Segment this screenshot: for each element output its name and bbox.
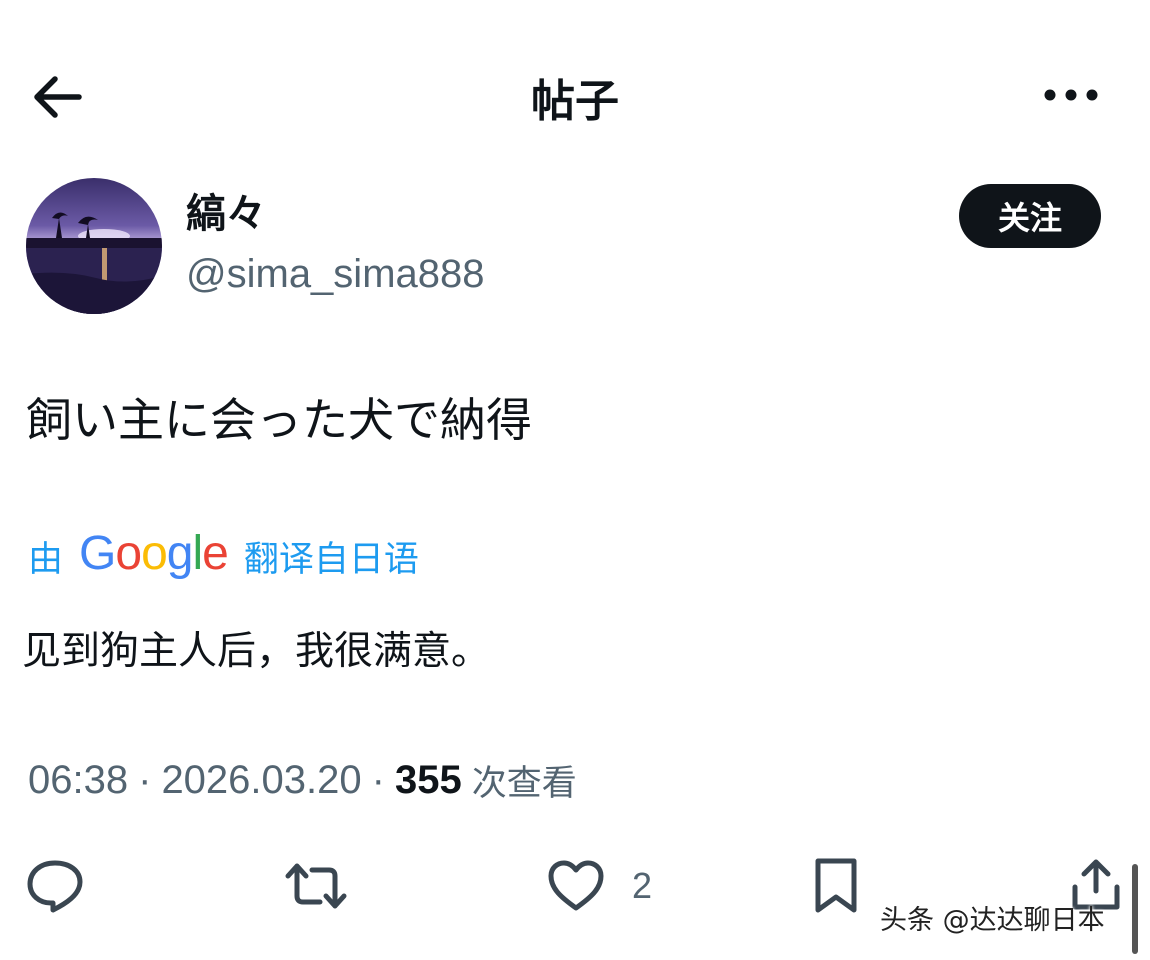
more-options-button[interactable]: [1036, 70, 1106, 120]
post-text: 飼い主に会った犬で納得: [26, 393, 532, 447]
translate-prefix: 由: [28, 539, 64, 580]
google-logo: Google: [79, 526, 229, 581]
bookmark-button[interactable]: [810, 854, 862, 918]
like-button[interactable]: 2: [546, 854, 652, 918]
reply-button[interactable]: [26, 854, 84, 918]
translated-text: 见到狗主人后，我很满意。: [22, 629, 491, 674]
bookmark-icon: [815, 858, 857, 913]
like-count: 2: [632, 865, 653, 906]
meta-separator: ·: [138, 757, 152, 802]
page-title: 帖子: [531, 76, 619, 127]
translation-attribution[interactable]: 由 Google 翻译自日语: [28, 526, 419, 586]
views-label: 次查看: [471, 763, 577, 804]
meta-separator: ·: [371, 757, 385, 802]
reply-icon: [27, 860, 83, 913]
repost-icon: [285, 863, 347, 909]
post-time: 06:38: [28, 757, 129, 802]
post-date: 2026.03.20: [161, 757, 362, 802]
translate-suffix: 翻译自日语: [243, 539, 419, 580]
author-display-name[interactable]: 縞々: [186, 188, 266, 240]
google-logo-letter-o2: o: [141, 526, 168, 580]
heart-icon: [548, 860, 604, 911]
back-button[interactable]: [26, 66, 88, 128]
google-logo-letter-g: G: [79, 526, 116, 580]
google-logo-letter-e: e: [202, 526, 229, 580]
author-handle[interactable]: @sima_sima888: [186, 250, 485, 298]
repost-button[interactable]: [284, 854, 348, 918]
more-horizontal-icon: [1044, 89, 1098, 101]
google-logo-letter-o1: o: [115, 526, 142, 580]
google-logo-letter-l: l: [192, 526, 203, 580]
avatar[interactable]: [26, 178, 162, 314]
sunset-landscape-avatar: [26, 178, 162, 314]
views-count: 355: [394, 757, 462, 802]
post-meta: 06:38 · 2026.03.20 · 355 次查看: [28, 752, 577, 808]
watermark: 头条 @达达聊日本: [880, 905, 1105, 936]
follow-button[interactable]: 关注: [959, 184, 1101, 248]
arrow-left-icon: [34, 76, 82, 118]
google-logo-letter-g2: g: [166, 526, 194, 580]
scrollbar[interactable]: [1132, 864, 1138, 954]
